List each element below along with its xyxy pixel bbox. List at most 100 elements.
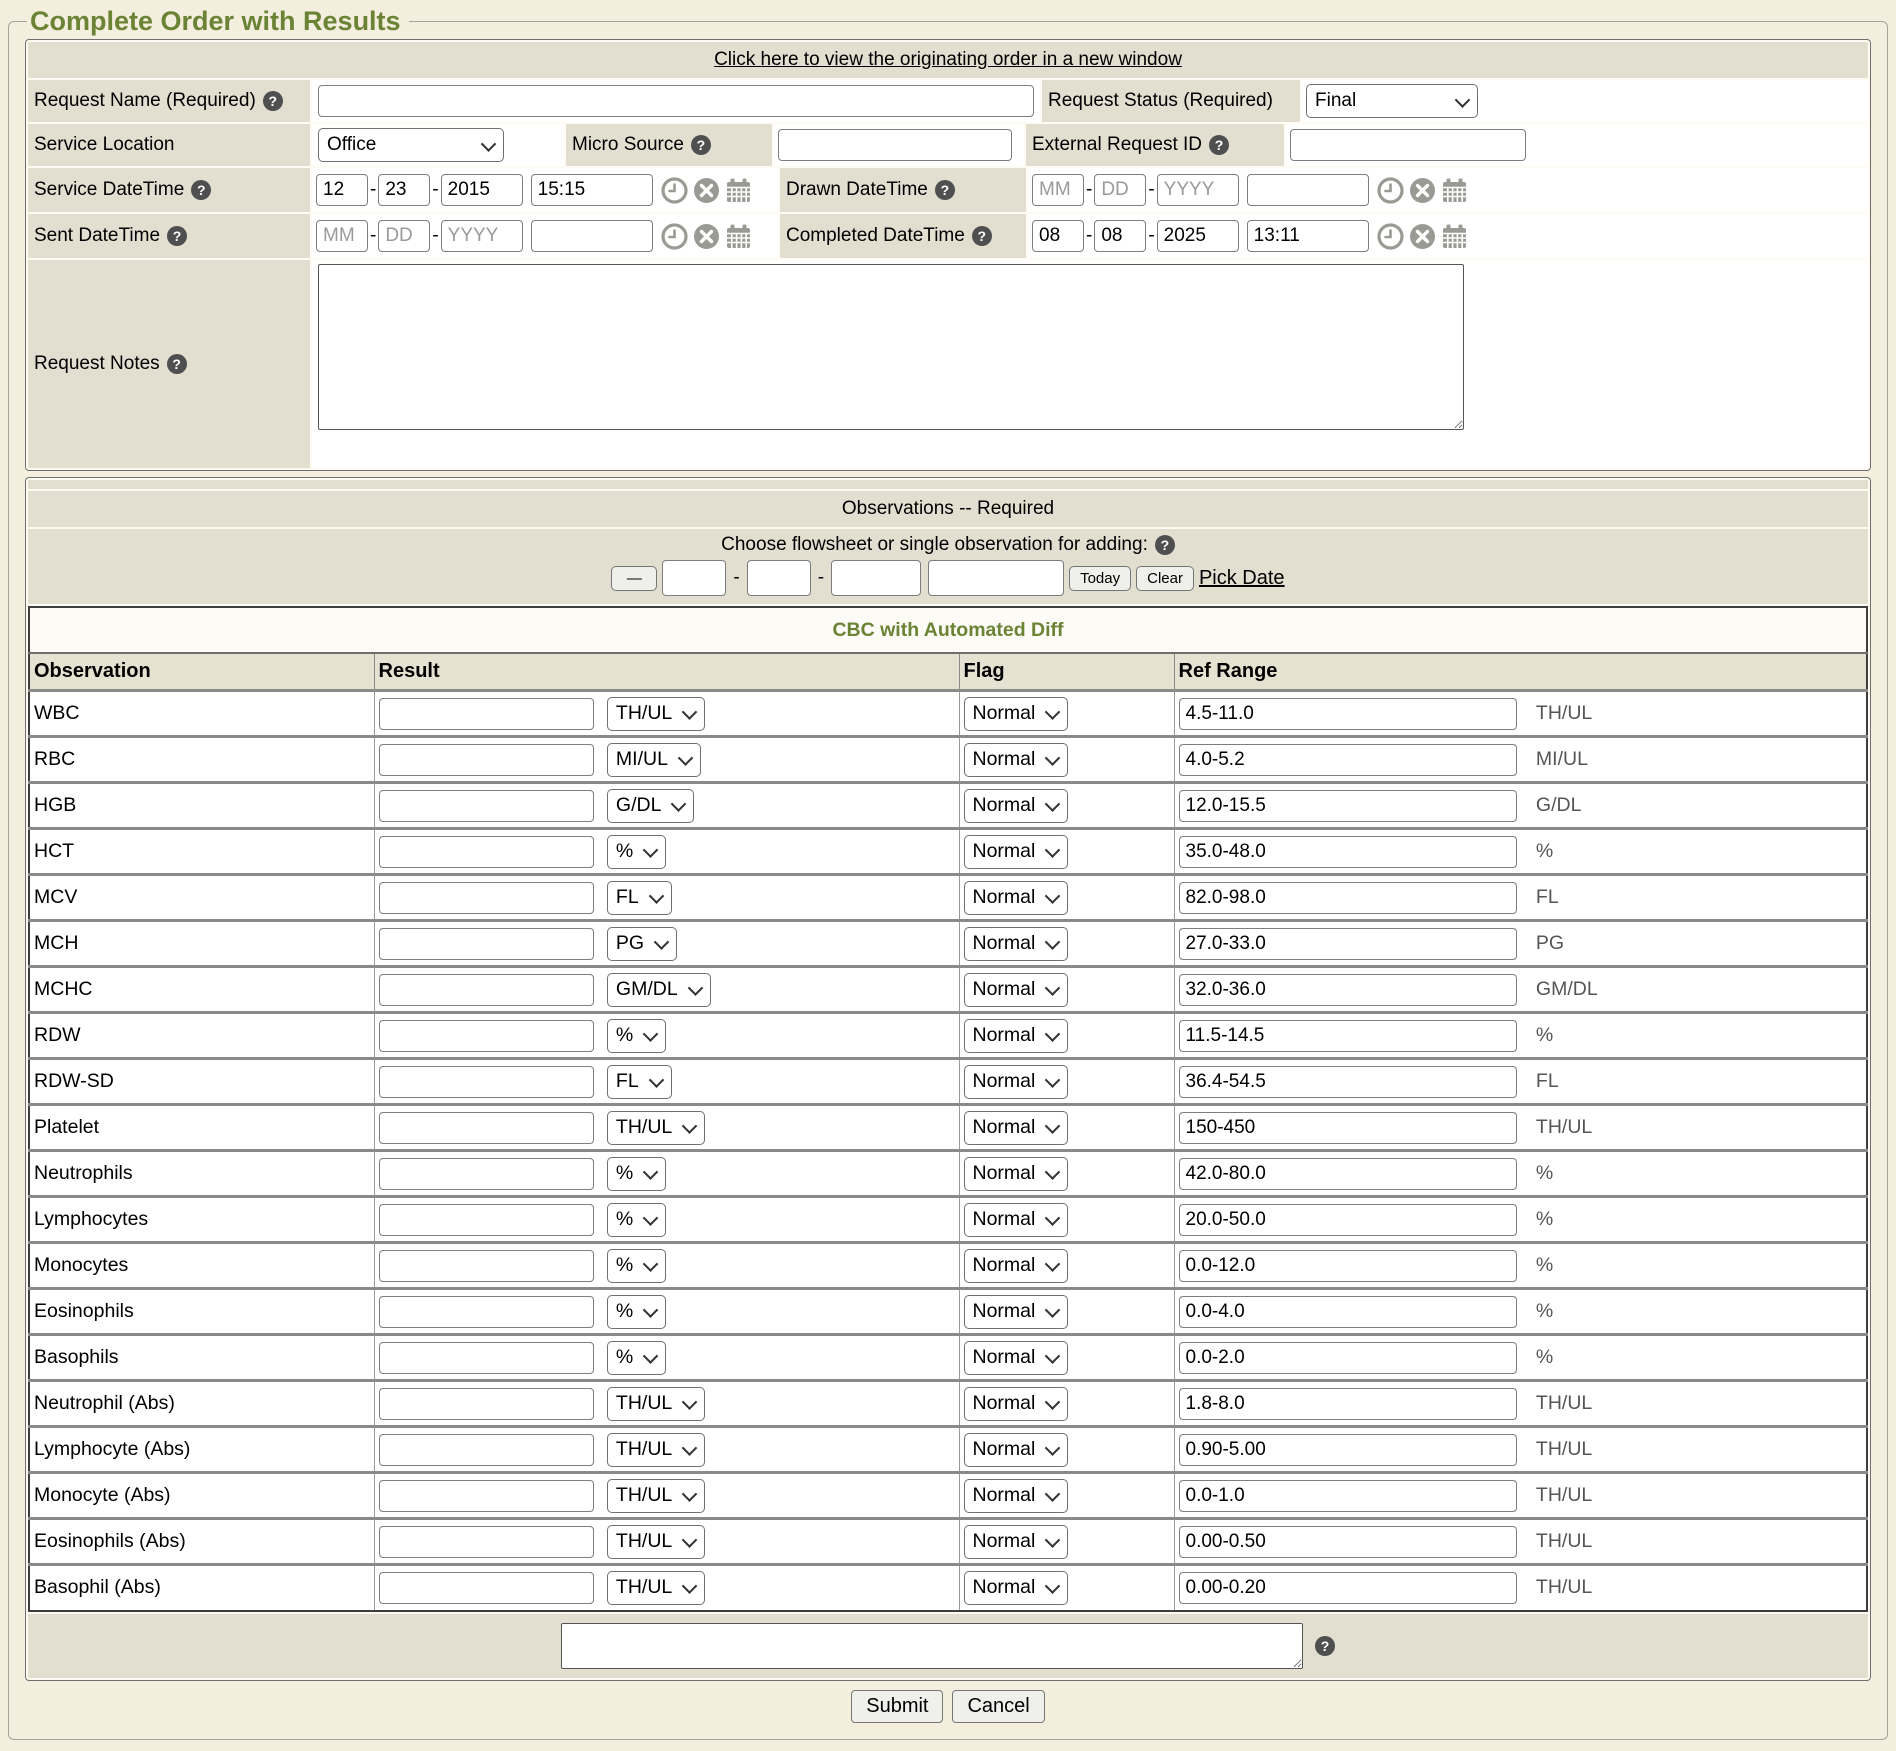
drawn-date-month-input[interactable] [1032, 174, 1084, 206]
result-input[interactable] [379, 928, 594, 960]
sent-date-year-input[interactable] [441, 220, 523, 252]
flag-select[interactable]: Normal [964, 1479, 1069, 1513]
chooser-month-input[interactable] [662, 560, 726, 596]
result-input[interactable] [379, 1250, 594, 1282]
result-input[interactable] [379, 1066, 594, 1098]
result-input[interactable] [379, 1388, 594, 1420]
ref-range-input[interactable] [1179, 744, 1517, 776]
drawn-time-input[interactable] [1247, 174, 1369, 206]
result-unit-select[interactable]: FL [607, 1065, 672, 1099]
ref-range-input[interactable] [1179, 698, 1517, 730]
clock-icon[interactable] [661, 223, 688, 250]
result-input[interactable] [379, 790, 594, 822]
clear-icon[interactable] [1409, 223, 1436, 250]
flag-select[interactable]: Normal [964, 881, 1069, 915]
result-unit-select[interactable]: % [607, 1341, 666, 1375]
result-input[interactable] [379, 882, 594, 914]
external-request-id-input[interactable] [1290, 129, 1526, 161]
submit-button[interactable]: Submit [851, 1690, 943, 1723]
flag-select[interactable]: Normal [964, 1433, 1069, 1467]
chooser-day-input[interactable] [747, 560, 811, 596]
clock-icon[interactable] [661, 177, 688, 204]
flag-select[interactable]: Normal [964, 1341, 1069, 1375]
chooser-year-input[interactable] [831, 560, 921, 596]
result-input[interactable] [379, 1296, 594, 1328]
result-unit-select[interactable]: TH/UL [607, 1111, 705, 1145]
flag-select[interactable]: Normal [964, 1295, 1069, 1329]
result-input[interactable] [379, 744, 594, 776]
result-unit-select[interactable]: MI/UL [607, 743, 701, 777]
ref-range-input[interactable] [1179, 928, 1517, 960]
request-status-select[interactable]: Final [1306, 84, 1478, 118]
completed-date-day-input[interactable] [1094, 220, 1146, 252]
ref-range-input[interactable] [1179, 1020, 1517, 1052]
result-unit-select[interactable]: GM/DL [607, 973, 711, 1007]
today-button[interactable]: Today [1069, 566, 1131, 591]
flag-select[interactable]: Normal [964, 1387, 1069, 1421]
result-unit-select[interactable]: TH/UL [607, 697, 705, 731]
clear-icon[interactable] [693, 223, 720, 250]
calendar-icon[interactable] [725, 177, 752, 204]
result-unit-select[interactable]: TH/UL [607, 1525, 705, 1559]
calendar-icon[interactable] [725, 223, 752, 250]
request-name-input[interactable] [318, 85, 1034, 117]
clock-icon[interactable] [1377, 177, 1404, 204]
clear-button[interactable]: Clear [1136, 566, 1194, 591]
result-input[interactable] [379, 698, 594, 730]
clear-icon[interactable] [693, 177, 720, 204]
calendar-icon[interactable] [1441, 177, 1468, 204]
result-unit-select[interactable]: % [607, 1203, 666, 1237]
ref-range-input[interactable] [1179, 1388, 1517, 1420]
result-input[interactable] [379, 1112, 594, 1144]
drawn-date-year-input[interactable] [1157, 174, 1239, 206]
ref-range-input[interactable] [1179, 1296, 1517, 1328]
flag-select[interactable]: Normal [964, 1111, 1069, 1145]
result-input[interactable] [379, 1020, 594, 1052]
ref-range-input[interactable] [1179, 1066, 1517, 1098]
flag-select[interactable]: Normal [964, 1065, 1069, 1099]
flag-select[interactable]: Normal [964, 789, 1069, 823]
result-unit-select[interactable]: TH/UL [607, 1387, 705, 1421]
flag-select[interactable]: Normal [964, 1571, 1069, 1605]
flag-select[interactable]: Normal [964, 697, 1069, 731]
service-time-input[interactable] [531, 174, 653, 206]
result-unit-select[interactable]: TH/UL [607, 1433, 705, 1467]
flag-select[interactable]: Normal [964, 835, 1069, 869]
ref-range-input[interactable] [1179, 1204, 1517, 1236]
service-date-month-input[interactable] [316, 174, 368, 206]
ref-range-input[interactable] [1179, 1434, 1517, 1466]
result-unit-select[interactable]: % [607, 1249, 666, 1283]
flag-select[interactable]: Normal [964, 743, 1069, 777]
result-input[interactable] [379, 1526, 594, 1558]
sent-time-input[interactable] [531, 220, 653, 252]
result-input[interactable] [379, 836, 594, 868]
ref-range-input[interactable] [1179, 1112, 1517, 1144]
result-unit-select[interactable]: TH/UL [607, 1479, 705, 1513]
completed-time-input[interactable] [1247, 220, 1369, 252]
calendar-icon[interactable] [1441, 223, 1468, 250]
ref-range-input[interactable] [1179, 1250, 1517, 1282]
result-input[interactable] [379, 974, 594, 1006]
ref-range-input[interactable] [1179, 1572, 1517, 1604]
ref-range-input[interactable] [1179, 790, 1517, 822]
ref-range-input[interactable] [1179, 882, 1517, 914]
flag-select[interactable]: Normal [964, 1019, 1069, 1053]
result-unit-select[interactable]: TH/UL [607, 1571, 705, 1605]
cancel-button[interactable]: Cancel [952, 1690, 1044, 1723]
result-unit-select[interactable]: G/DL [607, 789, 695, 823]
result-unit-select[interactable]: % [607, 835, 666, 869]
result-input[interactable] [379, 1342, 594, 1374]
drawn-date-day-input[interactable] [1094, 174, 1146, 206]
chooser-time-input[interactable] [928, 560, 1064, 596]
completed-date-month-input[interactable] [1032, 220, 1084, 252]
micro-source-input[interactable] [778, 129, 1012, 161]
ref-range-input[interactable] [1179, 836, 1517, 868]
flag-select[interactable]: Normal [964, 927, 1069, 961]
view-originating-order-link[interactable]: Click here to view the originating order… [714, 49, 1182, 71]
flag-select[interactable]: Normal [964, 1525, 1069, 1559]
ref-range-input[interactable] [1179, 1480, 1517, 1512]
ref-range-input[interactable] [1179, 974, 1517, 1006]
completed-date-year-input[interactable] [1157, 220, 1239, 252]
clock-icon[interactable] [1377, 223, 1404, 250]
clear-icon[interactable] [1409, 177, 1436, 204]
